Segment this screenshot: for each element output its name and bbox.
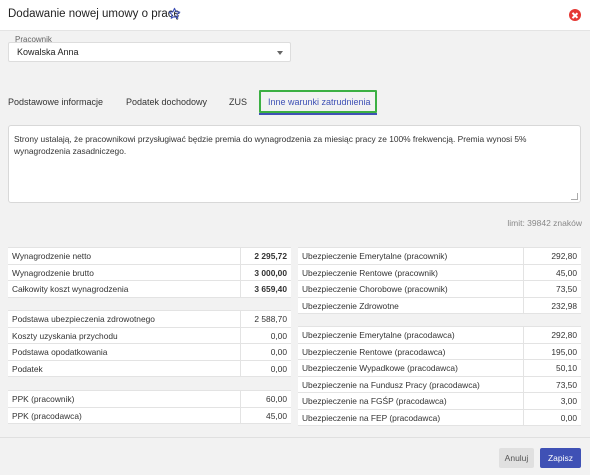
table-row: Wynagrodzenie brutto 3 000,00 [8,265,291,281]
employer-contributions-table: Ubezpieczenie Emerytalne (pracodawca) 29… [298,326,581,426]
row-label: Podstawa ubezpieczenia zdrowotnego [12,314,155,324]
table-row: Ubezpieczenie Emerytalne (pracownik) 292… [298,248,581,265]
table-row: Koszty uzyskania przychodu 0,00 [8,328,291,344]
row-label: PPK (pracownik) [12,394,75,404]
conditions-textarea[interactable]: Strony ustalają, że pracownikowi przysłu… [8,125,581,203]
tab-basic-info[interactable]: Podstawowe informacje [8,97,103,107]
row-value: 0,00 [560,412,577,423]
close-icon[interactable] [569,9,581,21]
row-label: Ubezpieczenie Wypadkowe (pracodawca) [302,363,458,373]
row-label: PPK (pracodawca) [12,410,82,421]
table-row: Ubezpieczenie Rentowe (pracownik) 45,00 [298,265,581,281]
employee-select[interactable]: Kowalska Anna [8,42,291,62]
table-row: Ubezpieczenie Rentowe (pracodawca) 195,0… [298,344,581,360]
row-label: Ubezpieczenie na Fundusz Pracy (pracodaw… [302,379,480,390]
table-row: Ubezpieczenie na FEP (pracodawca) 0,00 [298,410,581,426]
employee-select-value: Kowalska Anna [17,47,79,57]
row-value: 195,00 [551,346,577,357]
table-row: Podstawa opodatkowania 0,00 [8,344,291,361]
row-value: 0,00 [270,347,287,357]
footer-divider [0,437,590,438]
tax-base-table: Podstawa ubezpieczenia zdrowotnego 2 588… [8,310,291,377]
table-row: Ubezpieczenie Chorobowe (pracownik) 73,5… [298,281,581,298]
resize-handle-icon[interactable] [571,193,578,200]
row-value: 0,00 [270,330,287,341]
row-label: Ubezpieczenie Emerytalne (pracodawca) [302,330,455,340]
row-value: 0,00 [270,363,287,374]
table-row: Ubezpieczenie Wypadkowe (pracodawca) 50,… [298,360,581,377]
save-button[interactable]: Zapisz [540,448,581,468]
cancel-button[interactable]: Anuluj [499,448,534,468]
row-value: 2 295,72 [254,251,287,261]
row-value: 45,00 [266,410,287,421]
row-label: Podatek [12,363,43,374]
character-limit: limit: 39842 znaków [507,218,582,228]
table-row: Ubezpieczenie na FGŚP (pracodawca) 3,00 [298,393,581,410]
row-value: 3 000,00 [254,267,287,278]
star-icon[interactable] [168,7,181,20]
row-label: Wynagrodzenie netto [12,251,92,261]
ppk-table: PPK (pracownik) 60,00 PPK (pracodawca) 4… [8,390,291,424]
row-value: 45,00 [556,267,577,278]
row-value: 232,98 [551,300,577,311]
row-label: Podstawa opodatkowania [12,347,108,357]
row-label: Ubezpieczenie Zdrowotne [302,300,399,311]
table-row: Ubezpieczenie Emerytalne (pracodawca) 29… [298,327,581,344]
table-row: Całkowity koszt wynagrodzenia 3 659,40 [8,281,291,298]
row-value: 3 659,40 [254,284,287,294]
row-value: 73,50 [556,379,577,390]
table-row: Wynagrodzenie netto 2 295,72 [8,248,291,265]
row-label: Całkowity koszt wynagrodzenia [12,284,129,294]
row-label: Ubezpieczenie Rentowe (pracownik) [302,267,438,278]
conditions-text[interactable]: Strony ustalają, że pracownikowi przysłu… [14,133,574,157]
chevron-down-icon [277,51,283,55]
table-row: PPK (pracodawca) 45,00 [8,408,291,424]
table-row: Ubezpieczenie na Fundusz Pracy (pracodaw… [298,377,581,393]
dialog-title: Dodawanie nowej umowy o pracę [8,8,180,20]
dialog-header: Dodawanie nowej umowy o pracę [0,0,590,31]
row-value: 2 588,70 [254,314,287,324]
row-value: 3,00 [560,396,577,406]
row-label: Koszty uzyskania przychodu [12,330,118,341]
employee-contributions-table: Ubezpieczenie Emerytalne (pracownik) 292… [298,247,581,314]
row-value: 60,00 [266,394,287,404]
tab-other-conditions-label[interactable]: Inne warunki zatrudnienia [268,97,371,107]
row-value: 292,80 [551,330,577,340]
row-value: 292,80 [551,251,577,261]
row-value: 73,50 [556,284,577,294]
table-row: PPK (pracownik) 60,00 [8,391,291,408]
salary-summary-table: Wynagrodzenie netto 2 295,72 Wynagrodzen… [8,247,291,298]
active-tab-indicator [259,113,377,115]
table-row: Ubezpieczenie Zdrowotne 232,98 [298,298,581,314]
row-value: 50,10 [556,363,577,373]
row-label: Ubezpieczenie na FEP (pracodawca) [302,412,441,423]
row-label: Ubezpieczenie Emerytalne (pracownik) [302,251,448,261]
row-label: Ubezpieczenie Chorobowe (pracownik) [302,284,448,294]
row-label: Ubezpieczenie na FGŚP (pracodawca) [302,396,447,406]
table-row: Podatek 0,00 [8,361,291,377]
tab-zus[interactable]: ZUS [229,97,247,107]
tab-income-tax[interactable]: Podatek dochodowy [126,97,207,107]
row-label: Ubezpieczenie Rentowe (pracodawca) [302,346,446,357]
row-label: Wynagrodzenie brutto [12,267,94,278]
table-row: Podstawa ubezpieczenia zdrowotnego 2 588… [8,311,291,328]
